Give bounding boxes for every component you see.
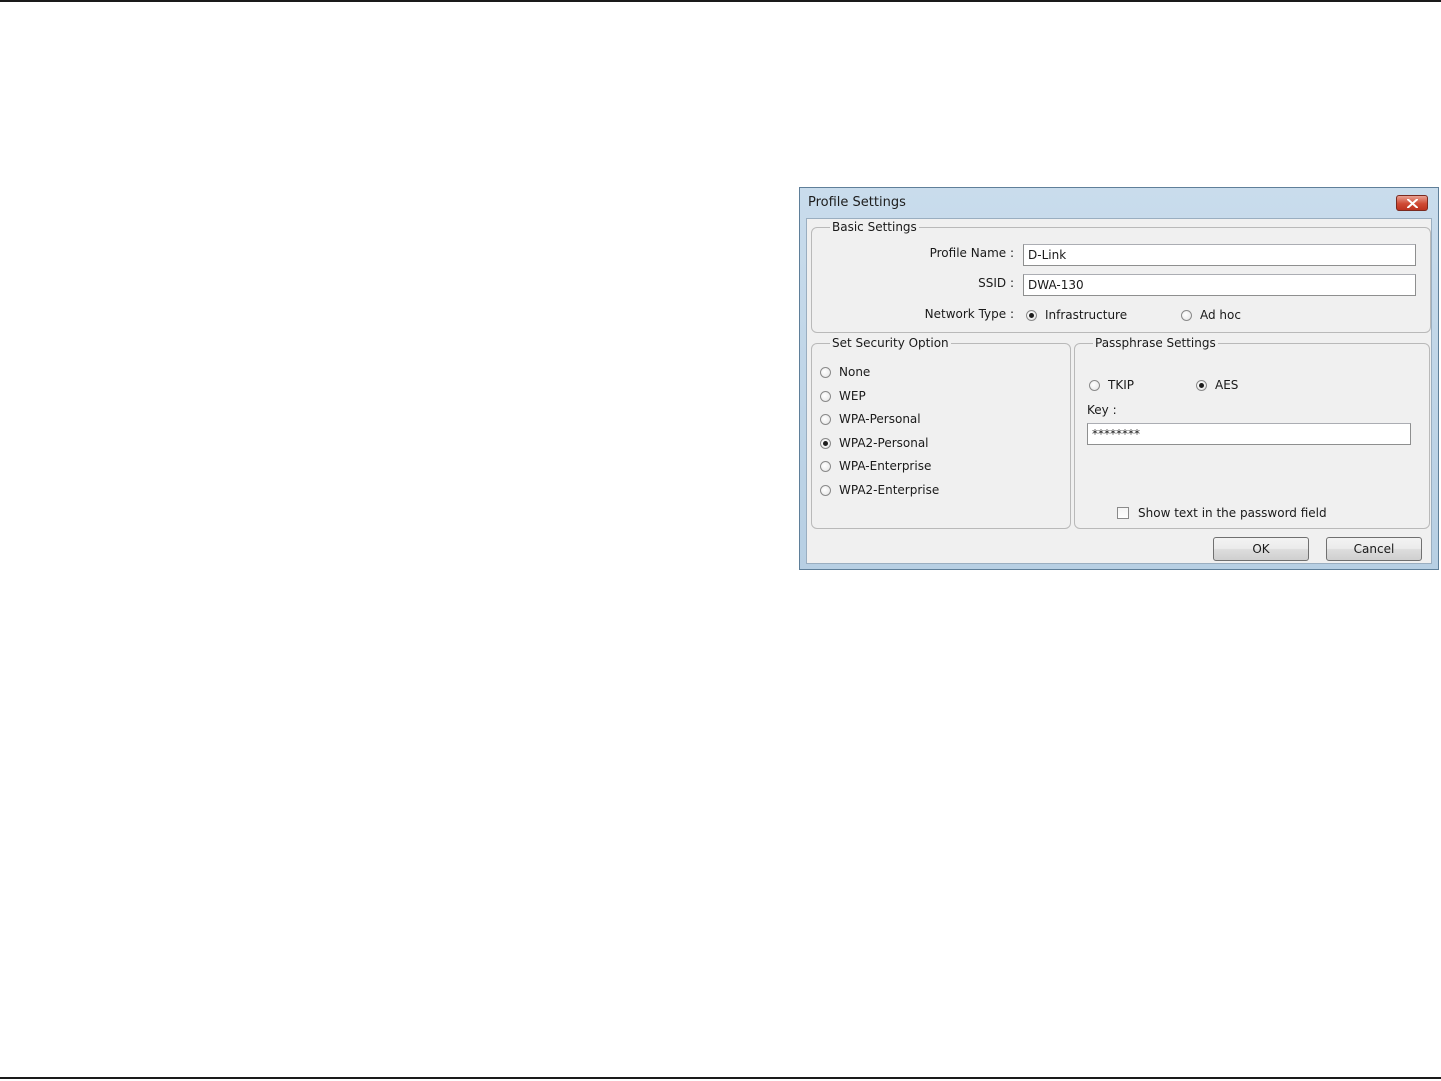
- network-type-infrastructure-label: Infrastructure: [1045, 308, 1128, 322]
- radio-indicator: [820, 390, 831, 402]
- security-wpa-enterprise-label: WPA-Enterprise: [839, 459, 932, 473]
- close-icon: [1407, 199, 1418, 208]
- security-none-label: None: [839, 365, 871, 379]
- security-option-legend: Set Security Option: [832, 336, 949, 350]
- radio-indicator: [820, 437, 831, 449]
- radio-indicator: [1196, 379, 1207, 391]
- security-wpa2-personal-radio[interactable]: WPA2-Personal: [820, 436, 929, 450]
- dialog-client-area: Basic Settings Profile Name : SSID : Net…: [806, 218, 1432, 564]
- network-type-label: Network Type :: [924, 307, 1014, 321]
- security-wep-label: WEP: [839, 389, 866, 403]
- ssid-label: SSID :: [978, 276, 1014, 290]
- radio-indicator: [1026, 309, 1037, 321]
- cipher-aes-radio[interactable]: AES: [1196, 378, 1238, 392]
- cipher-aes-label: AES: [1215, 378, 1239, 392]
- security-none-radio[interactable]: None: [820, 365, 870, 379]
- profile-settings-dialog: Profile Settings Basic Settings Profile …: [799, 187, 1439, 570]
- security-wpa2-enterprise-radio[interactable]: WPA2-Enterprise: [820, 483, 939, 497]
- passphrase-settings-group: Passphrase Settings TKIP AES Key : Show …: [1074, 337, 1430, 529]
- passphrase-settings-legend: Passphrase Settings: [1095, 336, 1216, 350]
- cipher-tkip-label: TKIP: [1108, 378, 1134, 392]
- cancel-button[interactable]: Cancel: [1326, 537, 1422, 561]
- page-bottom-rule: [0, 1077, 1441, 1079]
- key-label: Key :: [1087, 403, 1117, 417]
- close-button[interactable]: [1396, 195, 1428, 211]
- show-text-label: Show text in the password field: [1138, 506, 1327, 520]
- radio-indicator: [1089, 379, 1100, 391]
- title-bar[interactable]: Profile Settings: [800, 188, 1438, 218]
- security-option-group: Set Security Option None WEP WPA-Persona…: [811, 337, 1071, 529]
- network-type-adhoc-label: Ad hoc: [1200, 308, 1241, 322]
- radio-indicator: [1181, 309, 1192, 321]
- security-wpa2-personal-label: WPA2-Personal: [839, 436, 929, 450]
- radio-indicator: [820, 460, 831, 472]
- basic-settings-group: Basic Settings Profile Name : SSID : Net…: [811, 221, 1431, 333]
- basic-settings-legend: Basic Settings: [832, 220, 917, 234]
- page-top-rule: [0, 0, 1441, 2]
- dialog-title: Profile Settings: [808, 195, 906, 210]
- key-input[interactable]: [1087, 423, 1411, 445]
- network-type-adhoc-radio[interactable]: Ad hoc: [1181, 308, 1241, 322]
- checkbox-indicator: [1117, 507, 1129, 519]
- security-wpa-personal-label: WPA-Personal: [839, 412, 921, 426]
- profile-name-input[interactable]: [1023, 244, 1416, 266]
- network-type-infrastructure-radio[interactable]: Infrastructure: [1026, 308, 1127, 322]
- profile-name-label: Profile Name :: [929, 246, 1014, 260]
- security-wpa2-enterprise-label: WPA2-Enterprise: [839, 483, 940, 497]
- cipher-tkip-radio[interactable]: TKIP: [1089, 378, 1134, 392]
- show-text-checkbox[interactable]: Show text in the password field: [1117, 506, 1327, 520]
- radio-indicator: [820, 413, 831, 425]
- radio-indicator: [820, 366, 831, 378]
- security-wpa-enterprise-radio[interactable]: WPA-Enterprise: [820, 459, 931, 473]
- security-wep-radio[interactable]: WEP: [820, 389, 866, 403]
- ok-button[interactable]: OK: [1213, 537, 1309, 561]
- radio-indicator: [820, 484, 831, 496]
- security-wpa-personal-radio[interactable]: WPA-Personal: [820, 412, 921, 426]
- ssid-input[interactable]: [1023, 274, 1416, 296]
